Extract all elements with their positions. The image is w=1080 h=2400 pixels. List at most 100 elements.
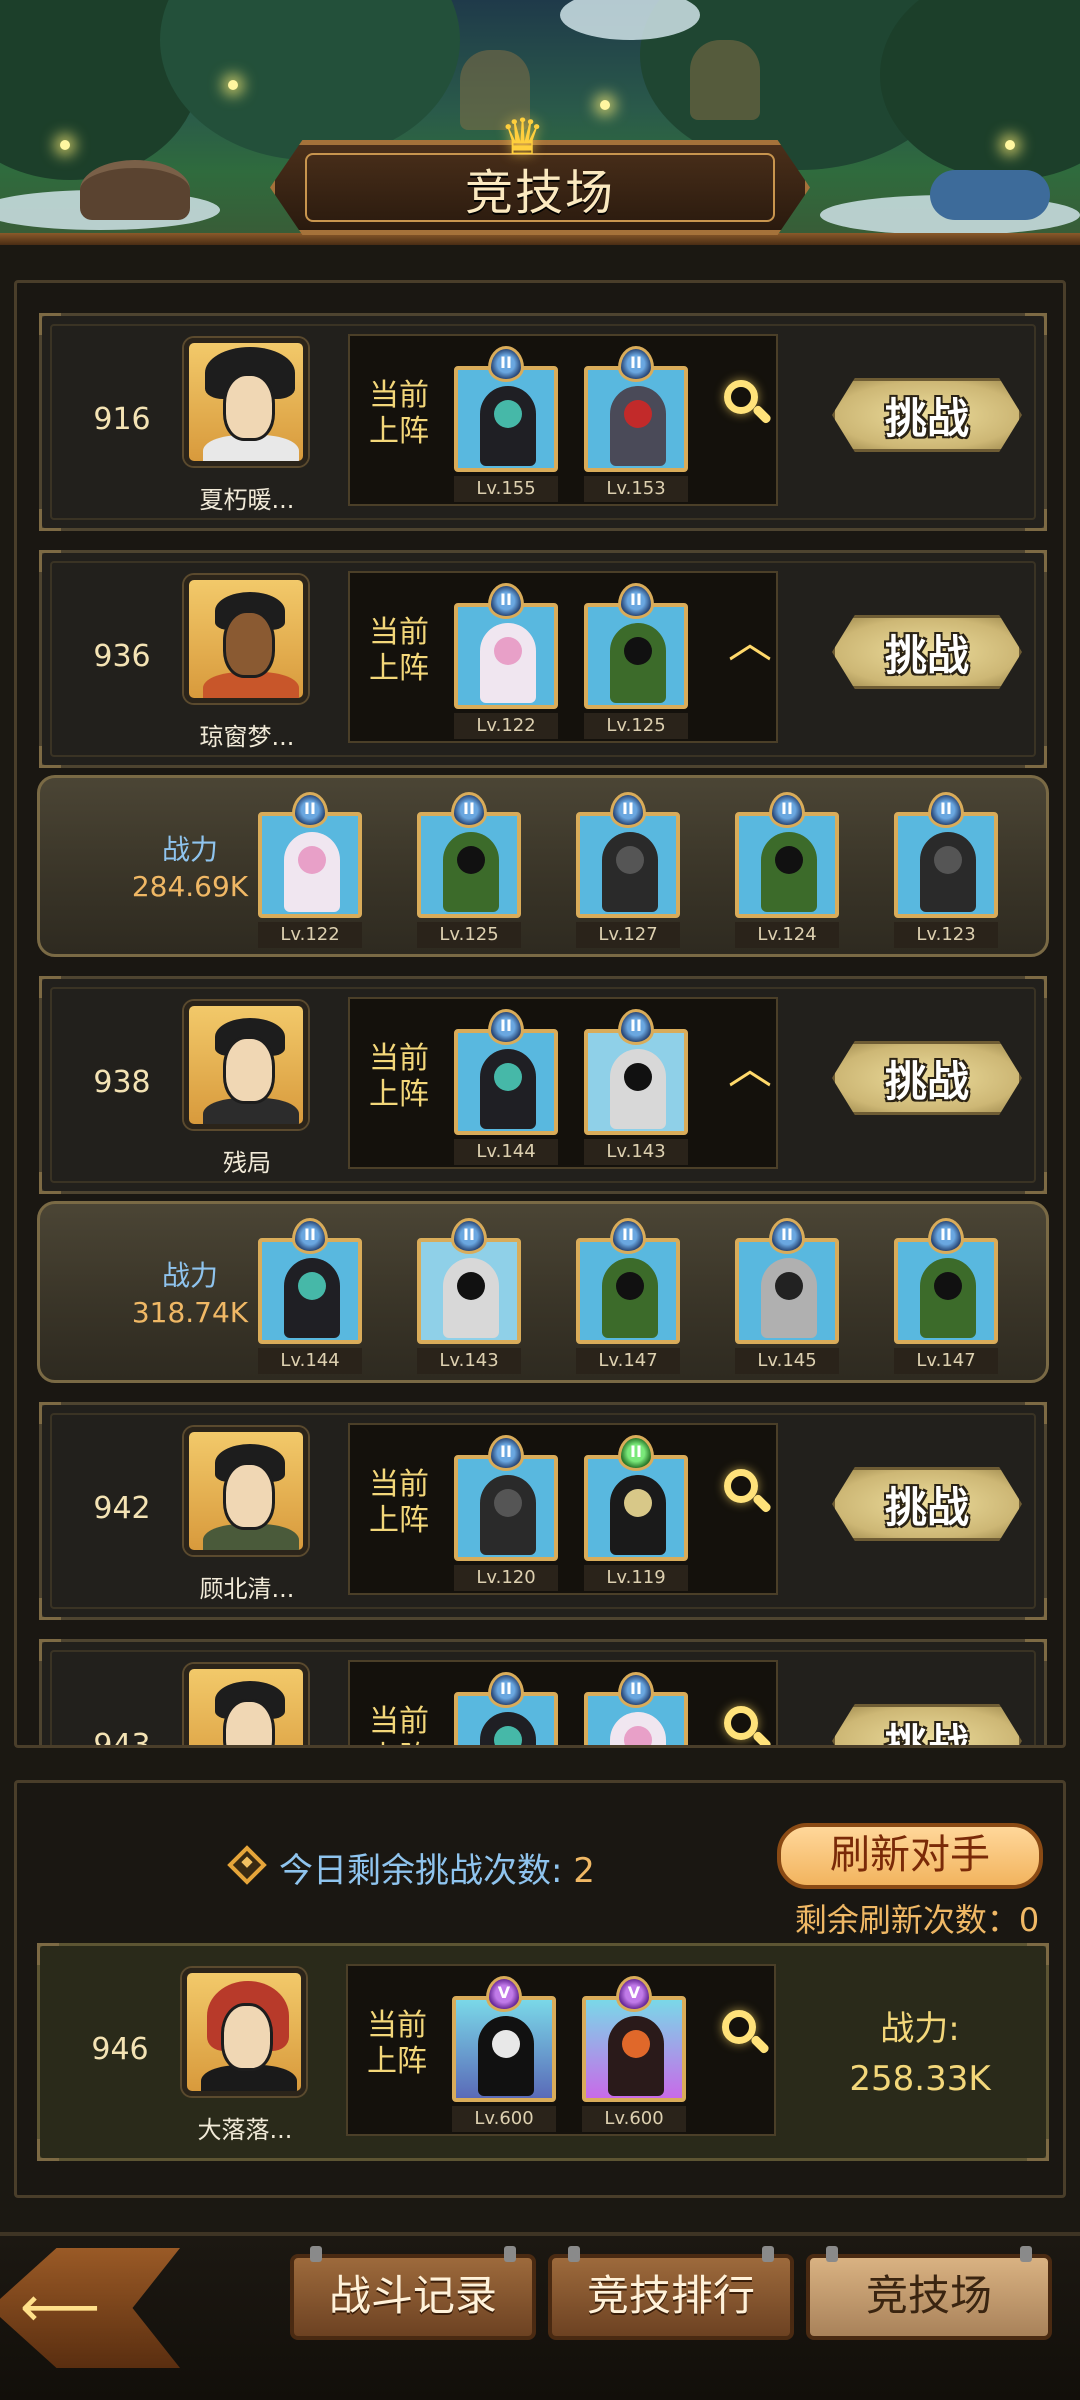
hero-card[interactable]: II <box>454 1672 558 1745</box>
back-button[interactable]: ⟵ <box>0 2248 180 2368</box>
rank-number: 943 <box>93 1728 151 1748</box>
lineup-label: 当前上阵 <box>369 1467 429 1538</box>
opponent-list[interactable]: 916 夏朽暖... 当前 上阵 II Lv.155 II Lv.153 挑战 9… <box>14 280 1066 1748</box>
firefly <box>600 100 610 110</box>
hero-card[interactable]: II Lv.120 <box>454 1435 558 1591</box>
opponent-row: 943 当前上阵 II II 挑战 <box>39 1639 1047 1748</box>
rank-badge: II <box>618 346 654 382</box>
avatar[interactable] <box>184 1001 308 1129</box>
self-power: 战力: 258.33K <box>820 2004 1020 2104</box>
hero-card[interactable]: II Lv.125 <box>584 583 688 739</box>
lineup-label: 当前上阵 <box>369 1041 429 1112</box>
hero-card[interactable]: II Lv.124 <box>735 792 839 948</box>
hero-level: Lv.155 <box>454 476 558 502</box>
blue-rock <box>930 170 1050 220</box>
search-icon[interactable] <box>722 1467 778 1523</box>
tab-battle-log[interactable]: 战斗记录 <box>290 2246 536 2340</box>
hero-level: Lv.143 <box>417 1348 521 1374</box>
challenge-button[interactable]: 挑战 <box>832 615 1022 689</box>
player-name: 夏朽暖... <box>199 486 295 514</box>
hero-card[interactable]: V Lv.600 <box>452 1976 556 2132</box>
rank-badge: II <box>292 1218 328 1254</box>
hero-card[interactable]: V Lv.600 <box>582 1976 686 2132</box>
power-value: 258.33K <box>849 2059 991 2099</box>
rank-badge: II <box>928 1218 964 1254</box>
avatar[interactable] <box>184 575 308 703</box>
refresh-remaining: 剩余刷新次数：0 <box>794 1901 1040 1939</box>
hero-card[interactable]: II Lv.125 <box>417 792 521 948</box>
hero-level: Lv.600 <box>452 2106 556 2132</box>
hero-card[interactable]: II Lv.143 <box>584 1009 688 1165</box>
avatar[interactable] <box>184 1427 308 1555</box>
challenge-button[interactable]: 挑战 <box>832 378 1022 452</box>
hero-card[interactable]: II Lv.155 <box>454 346 558 502</box>
hero-level: Lv.120 <box>454 1565 558 1591</box>
hero-level: Lv.144 <box>454 1139 558 1165</box>
hero-level: Lv.147 <box>576 1348 680 1374</box>
hero-card[interactable]: II Lv.144 <box>454 1009 558 1165</box>
hero-level: Lv.125 <box>417 922 521 948</box>
avatar[interactable] <box>182 1968 306 2096</box>
hero-card[interactable]: II Lv.119 <box>584 1435 688 1591</box>
hero-level: Lv.143 <box>584 1139 688 1165</box>
rank-badge: II <box>618 1435 654 1471</box>
player-name: 顾北清... <box>199 1575 295 1603</box>
current-lineup: 当前 上阵 II Lv.120 II Lv.119 <box>348 1423 778 1595</box>
rank-badge: II <box>618 1009 654 1045</box>
hero-card[interactable]: II <box>584 1672 688 1745</box>
hero-card[interactable]: II Lv.147 <box>576 1218 680 1374</box>
rank-badge: II <box>769 1218 805 1254</box>
power-value: 318.74K <box>131 1296 249 1329</box>
tab-arena-ranking[interactable]: 竞技排行 <box>548 2246 794 2340</box>
rank-badge: II <box>610 792 646 828</box>
challenge-button[interactable]: 挑战 <box>832 1041 1022 1115</box>
rank-badge: II <box>488 1672 524 1708</box>
hero-card[interactable]: II Lv.143 <box>417 1218 521 1374</box>
search-icon[interactable] <box>722 1704 778 1745</box>
refresh-opponents-button[interactable]: 刷新对手 <box>777 1823 1043 1889</box>
team-detail: 战力 318.74K II Lv.144 II Lv.143 II Lv.147… <box>37 1201 1049 1383</box>
rank-number: 942 <box>93 1491 151 1526</box>
rank-badge: II <box>769 792 805 828</box>
search-icon[interactable] <box>720 2008 776 2064</box>
hero-card[interactable]: II Lv.122 <box>454 583 558 739</box>
hero-level: Lv.145 <box>735 1348 839 1374</box>
chevron-up-icon[interactable]: ︿ <box>722 1041 778 1097</box>
hero-card[interactable]: II Lv.145 <box>735 1218 839 1374</box>
rank-badge: II <box>928 792 964 828</box>
current-lineup: 当前 上阵 II Lv.122 II Lv.125 <box>348 571 778 743</box>
firefly <box>60 140 70 150</box>
search-icon[interactable] <box>722 378 778 434</box>
rank-badge: V <box>486 1976 522 2012</box>
rank-badge: II <box>610 1218 646 1254</box>
opponent-row: 938 残局 当前 上阵 II Lv.144 II Lv.143 ︿ 挑战 <box>39 976 1047 1194</box>
hero-card[interactable]: II Lv.122 <box>258 792 362 948</box>
hero-level: Lv.124 <box>735 922 839 948</box>
hero-card[interactable]: II Lv.147 <box>894 1218 998 1374</box>
lineup-label: 当前上阵 <box>369 1704 429 1745</box>
challenge-button[interactable]: 挑战 <box>832 1467 1022 1541</box>
hero-level: Lv.153 <box>584 476 688 502</box>
rank-badge: II <box>451 1218 487 1254</box>
challenge-button[interactable]: 挑战 <box>832 1704 1022 1745</box>
hero-card[interactable]: II Lv.144 <box>258 1218 362 1374</box>
chevron-up-icon[interactable]: ︿ <box>722 615 778 671</box>
tab-arena[interactable]: 竞技场 <box>806 2246 1052 2340</box>
challenge-info-panel: 今日剩余挑战次数: 2 刷新对手 剩余刷新次数：0 946 大落落... 当前上… <box>14 1780 1066 2198</box>
hero-level: Lv.123 <box>894 922 998 948</box>
opponent-row: 916 夏朽暖... 当前 上阵 II Lv.155 II Lv.153 挑战 <box>39 313 1047 531</box>
power-value: 284.69K <box>131 870 249 903</box>
player-name: 琼窗梦... <box>199 723 295 751</box>
tree-stump <box>80 160 190 220</box>
hero-card[interactable]: II Lv.123 <box>894 792 998 948</box>
hero-card[interactable]: II Lv.153 <box>584 346 688 502</box>
lineup-label: 当前上阵 <box>369 615 429 686</box>
forest-tree <box>880 0 1080 180</box>
self-row: 946 大落落... 当前 上阵 V Lv.600 V Lv.600 战力: 2… <box>37 1943 1049 2161</box>
opponent-row: 942 顾北清... 当前 上阵 II Lv.120 II Lv.119 挑战 <box>39 1402 1047 1620</box>
remaining-label: 今日剩余挑战次数: <box>279 1851 574 1891</box>
lineup-label: 当前上阵 <box>367 2008 427 2079</box>
avatar[interactable] <box>184 1664 308 1745</box>
hero-card[interactable]: II Lv.127 <box>576 792 680 948</box>
avatar[interactable] <box>184 338 308 466</box>
